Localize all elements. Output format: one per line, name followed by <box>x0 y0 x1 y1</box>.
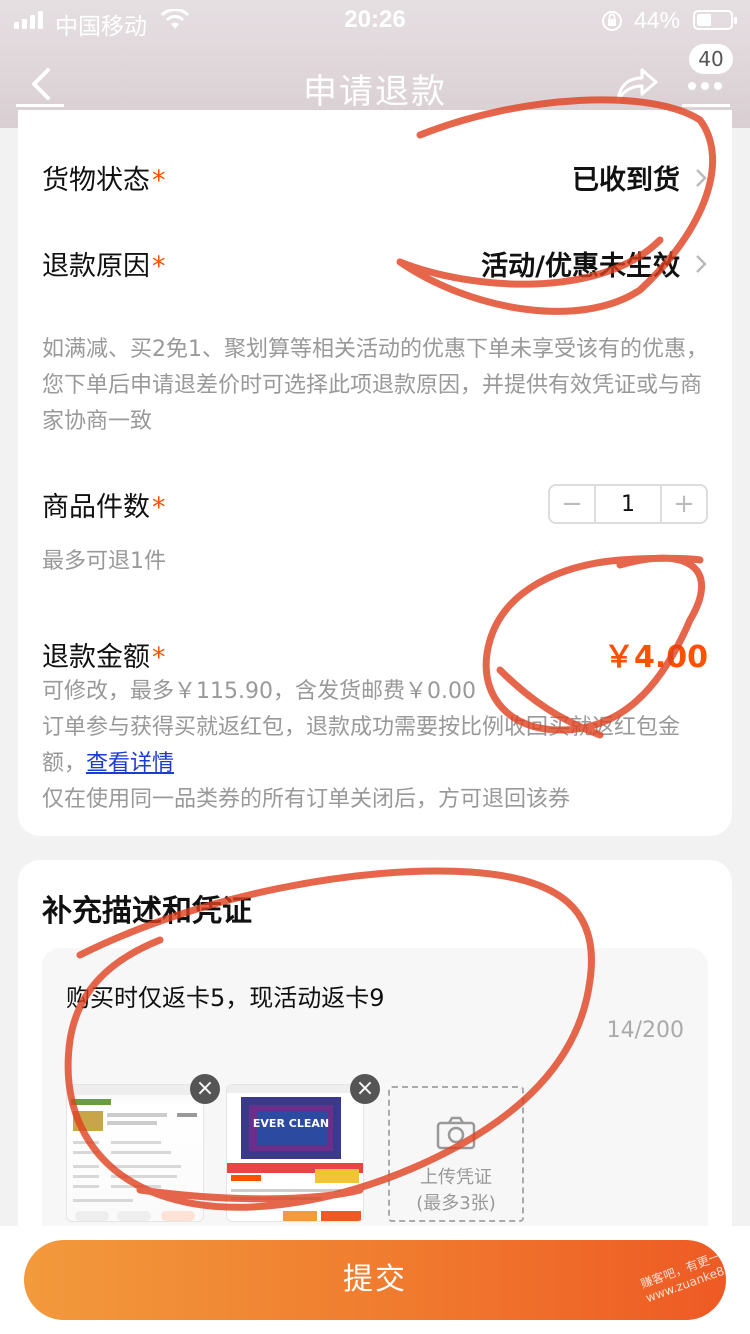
svg-text:EVER CLEAN: EVER CLEAN <box>253 1117 329 1130</box>
quantity-hint: 最多可退1件 <box>42 549 166 574</box>
battery-percent: 44% <box>634 7 681 33</box>
refund-form-card: 货物状态* 已收到货 退款原因* 活动/优惠未生效 如满减、买2免1、聚划算等相… <box>18 110 732 836</box>
more-underline <box>682 104 730 107</box>
view-details-link[interactable]: 查看详情 <box>86 751 174 776</box>
share-icon[interactable] <box>612 62 662 106</box>
evidence-thumbnail[interactable]: EVER CLEAN <box>226 1084 364 1222</box>
goods-status-label: 货物状态* <box>42 165 166 196</box>
chevron-right-icon <box>696 168 707 187</box>
refund-reason-label: 退款原因* <box>42 251 166 282</box>
refund-reason-value[interactable]: 活动/优惠未生效 <box>481 244 708 283</box>
top-bar: 中国移动 20:26 44% 申请退款 40 <box>0 0 750 128</box>
upload-label: 上传凭证 <box>420 1167 492 1188</box>
coupon-hint: 仅在使用同一品类券的所有订单关闭后，方可退回该券 <box>42 787 571 812</box>
description-input[interactable]: 购买时仅返卡5，现活动返卡9 <box>66 978 385 1013</box>
status-bar: 中国移动 20:26 44% <box>0 0 750 40</box>
evidence-title: 补充描述和凭证 <box>42 894 252 929</box>
goods-status-value[interactable]: 已收到货 <box>572 158 708 197</box>
camera-icon <box>436 1116 476 1150</box>
cashback-hint: 订单参与获得买就返红包，退款成功需要按比例收回买就返红包金额，查看详情 <box>42 715 681 776</box>
quantity-value[interactable]: 1 <box>594 486 662 522</box>
battery-icon <box>693 10 737 30</box>
rotation-lock-icon <box>602 11 622 31</box>
refund-amount-row: 退款金额* ￥4.00 <box>42 632 708 676</box>
screenshot-thumbnail-image <box>67 1085 203 1221</box>
message-count-badge[interactable]: 40 <box>689 44 733 74</box>
evidence-thumbnail[interactable] <box>66 1084 204 1222</box>
goods-status-row[interactable]: 货物状态* 已收到货 <box>42 158 708 197</box>
product-thumbnail-image: EVER CLEAN <box>227 1085 363 1221</box>
quantity-stepper[interactable]: − 1 + <box>548 484 708 524</box>
quantity-row: 商品件数* − 1 + <box>42 484 708 524</box>
refund-reason-hint: 如满减、买2免1、聚划算等相关活动的优惠下单未享受该有的优惠，您下单后申请退差价… <box>42 337 708 434</box>
char-counter: 14/200 <box>606 1018 684 1043</box>
submit-button[interactable]: 提交 <box>24 1240 726 1320</box>
quantity-label: 商品件数* <box>42 491 166 523</box>
upload-evidence-button[interactable]: 上传凭证 (最多3张) <box>388 1086 524 1222</box>
refund-amount-hints: 可修改，最多￥115.90，含发货邮费￥0.00 订单参与获得买就返红包，退款成… <box>42 674 708 818</box>
chevron-right-icon <box>696 254 707 273</box>
max-amount-hint: 可修改，最多￥115.90，含发货邮费￥0.00 <box>42 679 476 704</box>
refund-amount-value[interactable]: ￥4.00 <box>604 632 708 676</box>
upload-limit: (最多3张) <box>416 1193 496 1214</box>
remove-image-button[interactable]: × <box>190 1074 220 1104</box>
refund-reason-row[interactable]: 退款原因* 活动/优惠未生效 <box>42 244 708 283</box>
increment-button[interactable]: + <box>662 486 706 522</box>
remove-image-button[interactable]: × <box>350 1074 380 1104</box>
refund-amount-label: 退款金额* <box>42 641 166 673</box>
decrement-button[interactable]: − <box>550 486 594 522</box>
